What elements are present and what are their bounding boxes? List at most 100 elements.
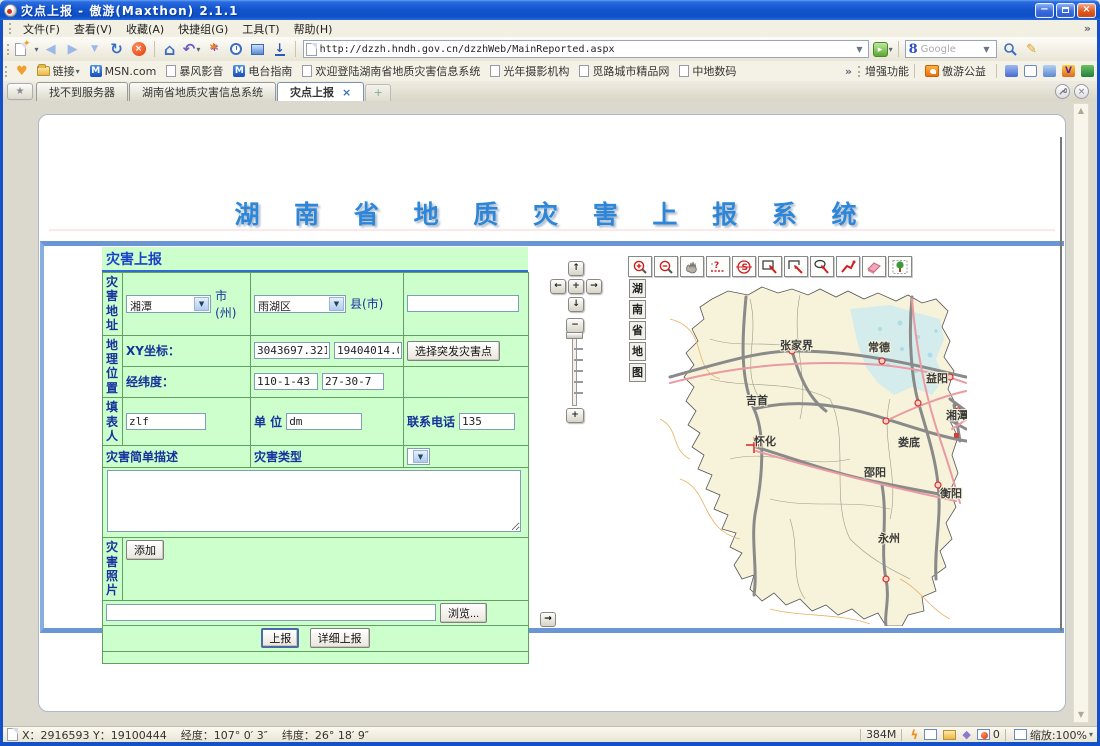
pick-disaster-point-button[interactable]: 选择突发灾害点: [407, 341, 500, 361]
boost-icon[interactable]: ϟ: [910, 728, 918, 742]
description-textarea[interactable]: [107, 470, 521, 532]
map-layer-tree-button[interactable]: [888, 256, 912, 277]
history-button[interactable]: [226, 39, 246, 59]
pan-center-button[interactable]: +: [568, 279, 584, 294]
stop-button[interactable]: ×: [129, 39, 149, 59]
go-button[interactable]: ▸▾: [873, 39, 893, 59]
highlight-button[interactable]: ✎: [1022, 39, 1042, 59]
close-tab-button[interactable]: ×: [1074, 84, 1089, 99]
download-button[interactable]: ↓: [270, 39, 290, 59]
map-full-extent-button[interactable]: S: [732, 256, 756, 277]
forward-button[interactable]: ▶: [63, 39, 83, 59]
zoom-window-icon[interactable]: [1014, 729, 1027, 740]
county-select[interactable]: 雨湖区▼: [254, 295, 346, 313]
close-button[interactable]: ×: [1077, 3, 1096, 18]
zoom-level[interactable]: 缩放:100%: [1030, 727, 1087, 743]
history-dropdown-button[interactable]: ▼: [85, 39, 105, 59]
menu-item[interactable]: 工具(T): [235, 20, 286, 38]
bookmark-item[interactable]: 中地数码: [679, 63, 736, 79]
pan-right-button[interactable]: →: [586, 279, 602, 294]
tab-active[interactable]: 灾点上报×: [277, 82, 364, 101]
bookmark-item[interactable]: MMSN.com: [90, 65, 157, 78]
layers-icon[interactable]: [924, 729, 937, 740]
bookmark-item[interactable]: M电台指南: [233, 63, 292, 79]
pan-up-button[interactable]: ↑: [568, 261, 584, 276]
undo-button[interactable]: ↶▾: [182, 39, 202, 59]
y-coordinate-input[interactable]: [334, 342, 402, 359]
search-dropdown-icon[interactable]: ▼: [980, 45, 992, 54]
latitude-input[interactable]: [322, 373, 384, 390]
reporter-name-input[interactable]: [126, 413, 206, 430]
menu-item[interactable]: 文件(F): [16, 20, 67, 38]
bookmark-item[interactable]: 觅路城市精品网: [579, 63, 669, 79]
unit-input[interactable]: [286, 413, 362, 430]
menu-item[interactable]: 快捷组(G): [171, 20, 235, 38]
phone-input[interactable]: [459, 413, 515, 430]
map-rect-deselect-button[interactable]: [784, 256, 808, 277]
bookmark-item[interactable]: 暴风影音: [166, 63, 223, 79]
map-circle-select-button[interactable]: [810, 256, 834, 277]
map-canvas[interactable]: 张家界常德益阳吉首怀化湘潭娄底邵阳衡阳永州: [650, 279, 967, 626]
longitude-input[interactable]: [254, 373, 318, 390]
window-icon[interactable]: [1024, 65, 1037, 77]
page-scrollbar[interactable]: ▲ ▼: [1073, 103, 1089, 723]
map-rect-select-button[interactable]: [758, 256, 782, 277]
search-bar[interactable]: 8 Google ▼: [905, 40, 997, 58]
maxthon-charity-link[interactable]: 傲游公益: [925, 63, 986, 79]
game-icon[interactable]: [1081, 65, 1094, 77]
map-zoom-in-button[interactable]: [628, 256, 652, 277]
add-photo-button[interactable]: 添加: [126, 540, 164, 560]
menu-item[interactable]: 收藏(A): [119, 20, 171, 38]
tab-inactive[interactable]: 找不到服务器: [36, 82, 128, 101]
menu-overflow-chevron[interactable]: »: [1084, 22, 1091, 35]
map-pan-button[interactable]: [680, 256, 704, 277]
submit-button[interactable]: 上报: [261, 628, 299, 648]
chevron-down-icon[interactable]: ▾: [1089, 730, 1093, 739]
zoom-in-step-button[interactable]: +: [566, 408, 584, 423]
address-detail-input[interactable]: [407, 295, 519, 312]
tab-list-star-button[interactable]: ★: [7, 83, 33, 100]
restore-button[interactable]: [1056, 3, 1075, 18]
favorites-heart-icon[interactable]: ♥: [16, 64, 28, 79]
address-bar[interactable]: http://dzzh.hndh.gov.cn/dzzhWeb/MainRepo…: [303, 40, 869, 58]
capture-button[interactable]: [248, 39, 268, 59]
v-badge-icon[interactable]: V: [1062, 65, 1075, 77]
menu-item[interactable]: 查看(V): [67, 20, 119, 38]
pan-down-button[interactable]: ↓: [568, 297, 584, 312]
eraser-icon[interactable]: ◆: [962, 728, 970, 741]
minimize-button[interactable]: −: [1035, 3, 1054, 18]
tab-close-icon[interactable]: ×: [342, 86, 351, 99]
search-button[interactable]: [1000, 39, 1020, 59]
refresh-button[interactable]: ↻: [107, 39, 127, 59]
enhance-features-link[interactable]: 增强功能: [865, 63, 909, 79]
map-measure-button[interactable]: ?: [706, 256, 730, 277]
zoom-slider-handle[interactable]: [566, 332, 583, 339]
url-dropdown-icon[interactable]: ▼: [853, 45, 865, 54]
pan-left-button[interactable]: ←: [550, 279, 566, 294]
adblock-icon[interactable]: [977, 729, 990, 740]
map-zoom-out-button[interactable]: [654, 256, 678, 277]
menu-item[interactable]: 帮助(H): [287, 20, 340, 38]
panel-collapse-button[interactable]: →: [540, 612, 556, 627]
map-draw-line-button[interactable]: [836, 256, 860, 277]
bookmark-item[interactable]: 光年摄影机构: [490, 63, 569, 79]
bookmark-item[interactable]: 欢迎登陆湖南省地质灾害信息系统: [302, 63, 480, 79]
new-tab-button[interactable]: +: [365, 84, 391, 101]
detail-report-button[interactable]: 详细上报: [310, 628, 370, 648]
scroll-up-icon[interactable]: ▲: [1074, 104, 1088, 118]
tab-tools-button[interactable]: [1055, 84, 1070, 99]
notes-icon[interactable]: [1043, 65, 1056, 77]
magic-fill-button[interactable]: *: [204, 39, 224, 59]
user-icon[interactable]: [1005, 65, 1018, 77]
new-page-button[interactable]: ✦▾: [15, 39, 39, 59]
disaster-type-select[interactable]: ▼: [407, 448, 430, 465]
tab-inactive[interactable]: 湖南省地质灾害信息系统: [129, 82, 276, 101]
map-eraser-button[interactable]: [862, 256, 886, 277]
x-coordinate-input[interactable]: [254, 342, 330, 359]
bookmark-folder-links[interactable]: 链接 ▾: [37, 63, 80, 79]
photo-file-input[interactable]: [106, 604, 436, 621]
search-input[interactable]: Google: [921, 44, 981, 55]
browse-button[interactable]: 浏览...: [440, 603, 487, 623]
city-select[interactable]: 湘潭▼: [126, 295, 211, 313]
home-button[interactable]: ⌂: [160, 39, 180, 59]
